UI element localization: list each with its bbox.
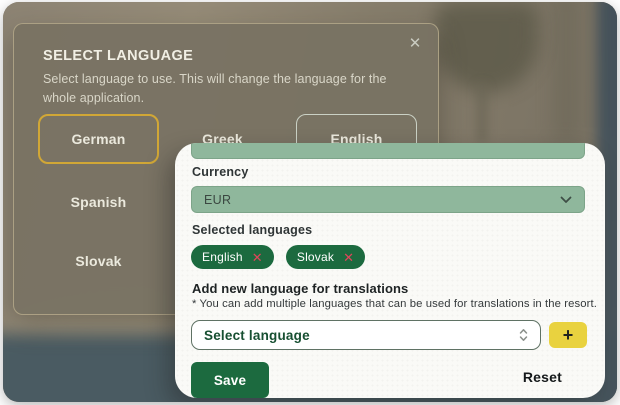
language-select-placeholder: Select language <box>204 328 310 343</box>
language-option-german[interactable]: German <box>38 114 159 164</box>
reset-button[interactable]: Reset <box>523 369 562 385</box>
language-tag-slovak: Slovak ✕ <box>286 245 365 269</box>
close-button[interactable]: ✕ <box>404 32 426 54</box>
selected-languages-list: English ✕ Slovak ✕ <box>191 245 365 269</box>
dialog-description: Select language to use. This will change… <box>43 70 411 109</box>
wine-glass-stem <box>477 84 487 142</box>
remove-language-button[interactable]: ✕ <box>252 251 263 264</box>
language-tag-label: English <box>202 250 243 264</box>
add-language-note: * You can add multiple languages that ca… <box>192 298 597 310</box>
language-option-label: Slovak <box>75 253 121 269</box>
language-tag-english: English ✕ <box>191 245 274 269</box>
add-language-button[interactable]: + <box>549 322 587 348</box>
close-icon: ✕ <box>409 36 422 51</box>
save-button[interactable]: Save <box>191 362 269 398</box>
app-screen: ✕ SELECT LANGUAGE Select language to use… <box>3 2 617 402</box>
save-button-label: Save <box>214 373 246 388</box>
remove-language-button[interactable]: ✕ <box>343 251 354 264</box>
currency-label: Currency <box>192 165 248 179</box>
plus-icon: + <box>563 326 574 344</box>
language-option-slovak[interactable]: Slovak <box>38 236 159 286</box>
chevron-down-icon <box>560 196 572 204</box>
select-stepper-icon <box>519 328 528 342</box>
language-option-spanish[interactable]: Spanish <box>38 177 159 227</box>
photo-streak <box>555 2 577 142</box>
add-language-heading: Add new language for translations <box>192 281 408 296</box>
currency-value: EUR <box>204 193 231 207</box>
language-option-label: German <box>71 131 125 147</box>
clipped-input[interactable] <box>191 143 585 159</box>
currency-select[interactable]: EUR <box>191 186 585 213</box>
dialog-title: SELECT LANGUAGE <box>43 48 193 64</box>
language-settings-card: Currency EUR Selected languages English … <box>175 143 605 398</box>
language-tag-label: Slovak <box>297 250 334 264</box>
language-select[interactable]: Select language <box>191 320 541 350</box>
selected-languages-label: Selected languages <box>192 223 312 237</box>
language-option-label: Spanish <box>71 194 127 210</box>
